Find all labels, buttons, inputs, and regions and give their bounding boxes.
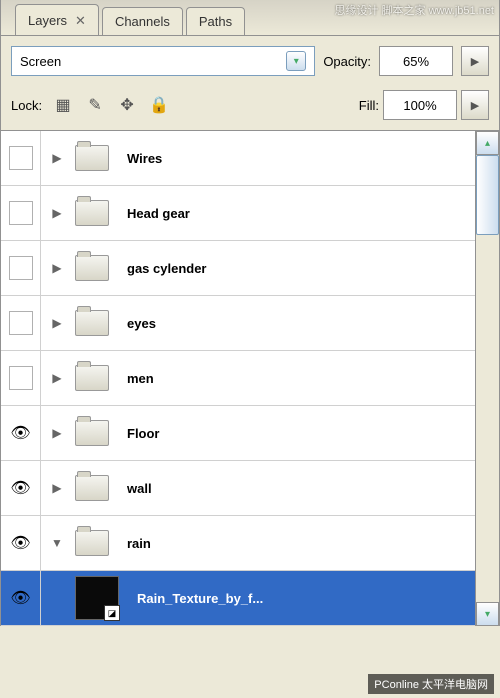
lock-all-icon[interactable]: 🔒 — [148, 94, 170, 116]
layer-name[interactable]: wall — [127, 481, 152, 496]
opacity-stepper[interactable]: ▶ — [461, 46, 489, 76]
visibility-box — [9, 256, 33, 280]
folder-icon — [75, 365, 109, 391]
visibility-box — [9, 201, 33, 225]
layer-name[interactable]: Floor — [127, 426, 160, 441]
layer-row[interactable]: 👁 ▼ rain — [1, 516, 475, 571]
eye-icon: 👁 — [9, 586, 33, 610]
visibility-toggle[interactable]: 👁 — [1, 571, 41, 625]
layer-thumbnail[interactable]: ◪ — [75, 576, 119, 620]
fill-label: Fill: — [359, 98, 379, 113]
layer-row[interactable]: ▶ Wires — [1, 131, 475, 186]
layer-name[interactable]: Rain_Texture_by_f... — [137, 591, 263, 606]
visibility-box — [9, 146, 33, 170]
layer-row[interactable]: 👁 ▶ Floor — [1, 406, 475, 461]
watermark-top: 思缘设计 脚本之家 www.jb51.net — [334, 2, 494, 18]
tab-channels[interactable]: Channels — [102, 7, 183, 35]
layer-name[interactable]: eyes — [127, 316, 156, 331]
layer-row[interactable]: ▶ gas cylender — [1, 241, 475, 296]
folder-icon — [75, 145, 109, 171]
scrollbar[interactable]: ▴ ▾ — [475, 131, 499, 626]
folder-icon — [75, 475, 109, 501]
lock-paint-icon[interactable]: ✎ — [84, 94, 106, 116]
opacity-input[interactable]: 65% — [379, 46, 453, 76]
visibility-toggle[interactable] — [1, 241, 41, 295]
visibility-toggle[interactable]: 👁 — [1, 461, 41, 515]
folder-icon — [75, 420, 109, 446]
opacity-label: Opacity: — [323, 54, 371, 69]
expand-icon[interactable]: ▶ — [45, 426, 69, 440]
eye-icon: 👁 — [9, 531, 33, 555]
blend-mode-select[interactable]: Screen ▾ — [11, 46, 315, 76]
layer-name[interactable]: gas cylender — [127, 261, 207, 276]
visibility-toggle[interactable]: 👁 — [1, 406, 41, 460]
expand-icon[interactable]: ▶ — [45, 371, 69, 385]
fill-stepper[interactable]: ▶ — [461, 90, 489, 120]
visibility-toggle[interactable]: 👁 — [1, 516, 41, 570]
smart-object-icon: ◪ — [104, 605, 120, 621]
visibility-toggle[interactable] — [1, 296, 41, 350]
layer-name[interactable]: Wires — [127, 151, 162, 166]
expand-icon[interactable]: ▶ — [45, 151, 69, 165]
eye-icon: 👁 — [9, 476, 33, 500]
tab-layers[interactable]: Layers✕ — [15, 4, 99, 35]
visibility-box — [9, 366, 33, 390]
layer-name[interactable]: men — [127, 371, 154, 386]
collapse-icon[interactable]: ▼ — [45, 536, 69, 550]
tab-paths[interactable]: Paths — [186, 7, 245, 35]
visibility-toggle[interactable] — [1, 351, 41, 405]
eye-icon: 👁 — [9, 421, 33, 445]
folder-icon — [75, 310, 109, 336]
layer-row[interactable]: 👁 ◪ Rain_Texture_by_f... — [1, 571, 475, 626]
layer-row[interactable]: ▶ eyes — [1, 296, 475, 351]
layer-row[interactable]: ▶ men — [1, 351, 475, 406]
chevron-down-icon: ▾ — [286, 51, 306, 71]
expand-icon[interactable]: ▶ — [45, 481, 69, 495]
expand-icon[interactable]: ▶ — [45, 316, 69, 330]
folder-icon — [75, 255, 109, 281]
layer-name[interactable]: Head gear — [127, 206, 190, 221]
blend-mode-value: Screen — [20, 54, 61, 69]
layer-name[interactable]: rain — [127, 536, 151, 551]
visibility-box — [9, 311, 33, 335]
scroll-up-icon[interactable]: ▴ — [476, 131, 499, 155]
visibility-toggle[interactable] — [1, 131, 41, 185]
folder-icon — [75, 530, 109, 556]
watermark-bottom: PConline 太平洋电脑网 — [368, 674, 494, 694]
layers-list: ▶ Wires ▶ Head gear ▶ gas cylender ▶ eyes ▶ men 👁 ▶… — [1, 131, 475, 626]
fill-input[interactable]: 100% — [383, 90, 457, 120]
expand-icon[interactable]: ▶ — [45, 206, 69, 220]
layer-row[interactable]: 👁 ▶ wall — [1, 461, 475, 516]
scroll-thumb[interactable] — [476, 155, 499, 235]
visibility-toggle[interactable] — [1, 186, 41, 240]
lock-position-icon[interactable]: ✥ — [116, 94, 138, 116]
layer-row[interactable]: ▶ Head gear — [1, 186, 475, 241]
folder-icon — [75, 200, 109, 226]
lock-transparency-icon[interactable]: ▦ — [52, 94, 74, 116]
expand-icon[interactable]: ▶ — [45, 261, 69, 275]
scroll-down-icon[interactable]: ▾ — [476, 602, 499, 626]
lock-label: Lock: — [11, 98, 42, 113]
close-icon[interactable]: ✕ — [75, 13, 86, 28]
